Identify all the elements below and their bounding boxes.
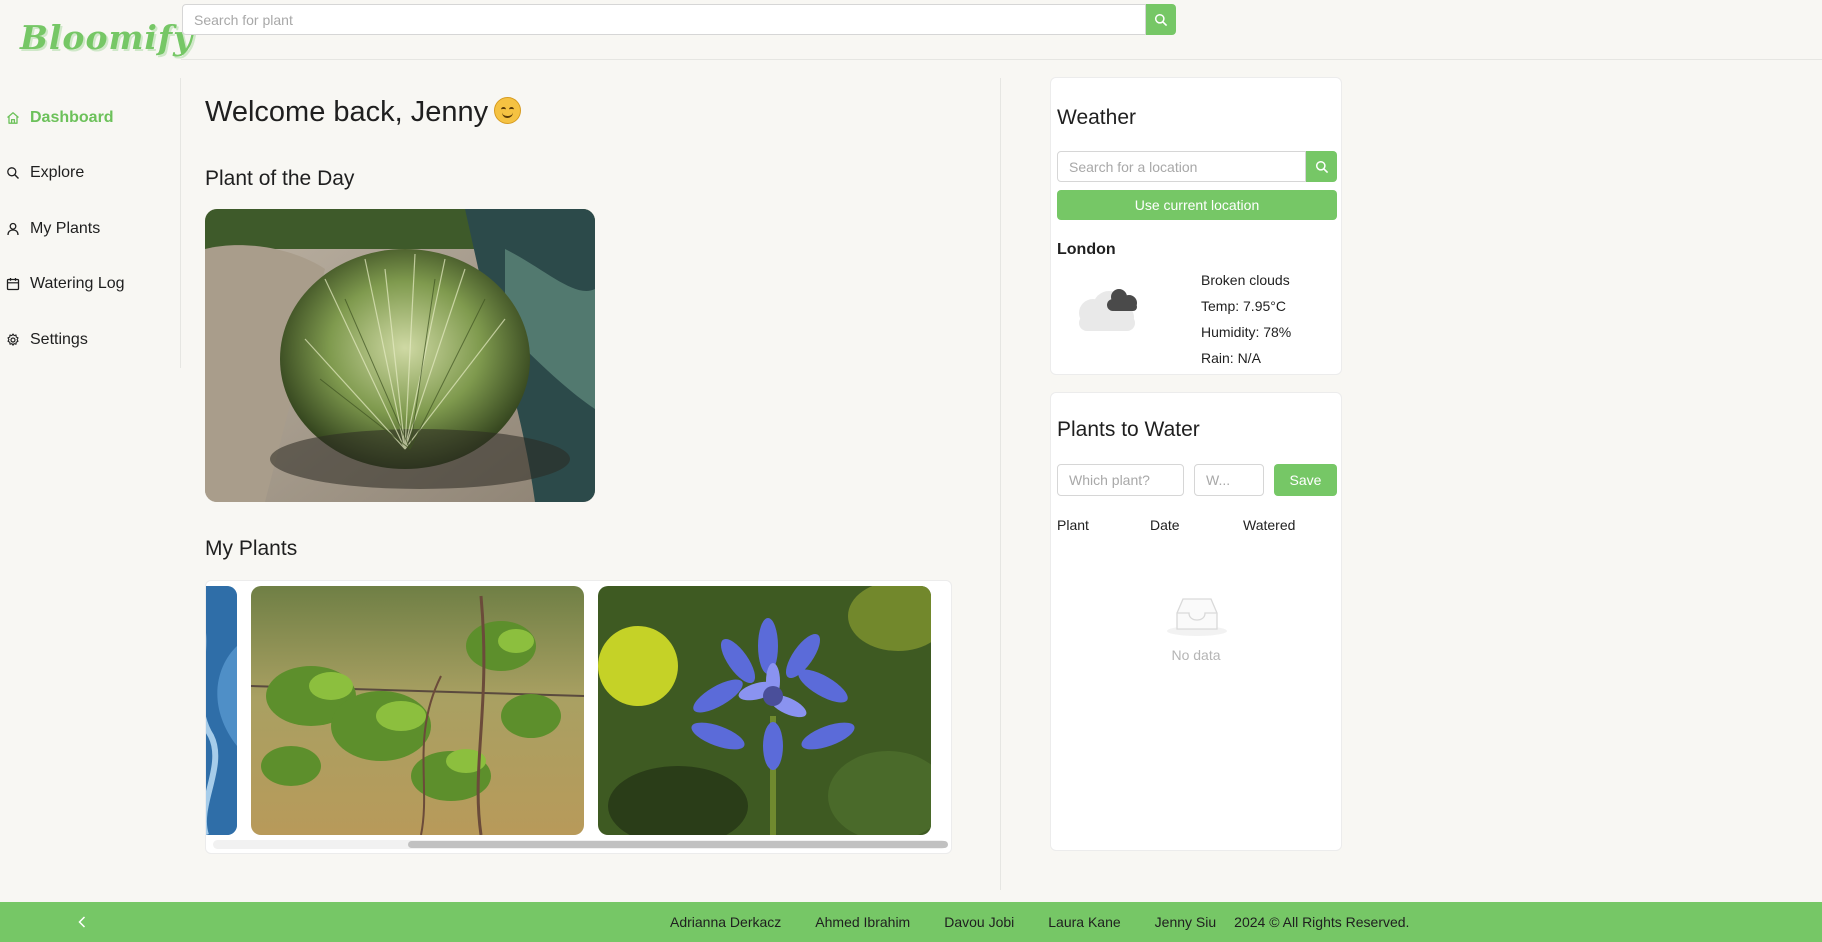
search-icon xyxy=(1154,13,1168,26)
plant-search-input[interactable] xyxy=(182,4,1146,35)
when-input[interactable] xyxy=(1194,464,1264,496)
sidebar-divider xyxy=(180,78,181,368)
footer-author[interactable]: Jenny Siu xyxy=(1155,914,1216,930)
content-divider xyxy=(1000,78,1001,890)
weather-city: London xyxy=(1057,241,1116,258)
weather-title: Weather xyxy=(1057,106,1136,129)
broken-clouds-icon xyxy=(1071,283,1143,333)
sidebar: Bloomify Dashboard Explore My Plants Wat… xyxy=(0,0,192,902)
weather-humidity: Humidity: 78% xyxy=(1201,324,1292,340)
empty-inbox-icon xyxy=(1165,593,1229,637)
my-plants-carousel[interactable] xyxy=(205,580,952,854)
sidebar-item-dashboard[interactable]: Dashboard xyxy=(0,90,180,146)
column-header-date[interactable]: Date xyxy=(1150,517,1180,533)
weather-details: Broken clouds Temp: 7.95°C Humidity: 78%… xyxy=(1201,267,1291,371)
sidebar-item-label: Watering Log xyxy=(30,275,125,293)
plants-to-water-panel: Plants to Water Save Plant Date Watered … xyxy=(1050,392,1342,851)
footer-author[interactable]: Ahmed Ibrahim xyxy=(815,914,910,930)
sidebar-item-label: Settings xyxy=(30,330,88,348)
sidebar-item-explore[interactable]: Explore xyxy=(0,146,180,202)
weather-temp: Temp: 7.95°C xyxy=(1201,298,1286,314)
search-icon xyxy=(1315,160,1328,173)
welcome-text: Welcome back, Jenny xyxy=(205,96,489,128)
location-search-button[interactable] xyxy=(1306,151,1337,182)
save-button[interactable]: Save xyxy=(1274,464,1337,496)
carousel-scrollbar-thumb[interactable] xyxy=(408,841,948,848)
plant-card[interactable] xyxy=(206,586,237,835)
footer-author[interactable]: Davou Jobi xyxy=(944,914,1014,930)
footer-author[interactable]: Laura Kane xyxy=(1048,914,1120,930)
sidebar-nav: Dashboard Explore My Plants Watering Log… xyxy=(0,90,180,368)
chevron-left-icon xyxy=(78,916,86,928)
weather-condition: Broken clouds xyxy=(1201,272,1290,288)
my-plants-title: My Plants xyxy=(205,537,298,560)
plant-of-the-day-title: Plant of the Day xyxy=(205,167,355,190)
gear-icon xyxy=(6,333,20,347)
collapse-sidebar-button[interactable] xyxy=(74,914,90,930)
column-header-plant[interactable]: Plant xyxy=(1057,517,1089,533)
search-icon xyxy=(6,166,20,180)
plant-of-the-day-image[interactable] xyxy=(205,209,595,502)
calendar-icon xyxy=(6,277,20,291)
welcome-heading: Welcome back, Jenny xyxy=(205,96,522,129)
plant-card[interactable] xyxy=(598,586,931,835)
column-header-watered[interactable]: Watered xyxy=(1243,517,1295,533)
sidebar-item-my-plants[interactable]: My Plants xyxy=(0,201,180,257)
footer-credits: Adrianna Derkacz Ahmed Ibrahim Davou Job… xyxy=(670,902,1409,942)
header-divider xyxy=(181,59,1822,60)
footer-copyright: 2024 © All Rights Reserved. xyxy=(1234,914,1410,930)
carousel-scrollbar[interactable] xyxy=(213,840,948,849)
sidebar-item-label: My Plants xyxy=(30,219,101,237)
sidebar-item-settings[interactable]: Settings xyxy=(0,312,180,368)
sidebar-item-label: Dashboard xyxy=(30,108,114,126)
weather-panel: Weather Use current location London Brok… xyxy=(1050,77,1342,375)
user-icon xyxy=(6,222,20,236)
smile-emoji-icon xyxy=(494,97,522,124)
use-current-location-button[interactable]: Use current location xyxy=(1057,190,1337,220)
home-icon xyxy=(6,111,20,125)
which-plant-input[interactable] xyxy=(1057,464,1184,496)
sidebar-item-watering-log[interactable]: Watering Log xyxy=(0,257,180,313)
sidebar-item-label: Explore xyxy=(30,164,85,182)
footer: Adrianna Derkacz Ahmed Ibrahim Davou Job… xyxy=(0,902,1822,942)
weather-rain: Rain: N/A xyxy=(1201,350,1261,366)
brand-logo[interactable]: Bloomify xyxy=(20,18,193,57)
plant-search-button[interactable] xyxy=(1146,4,1176,35)
plant-card[interactable] xyxy=(251,586,584,835)
footer-author[interactable]: Adrianna Derkacz xyxy=(670,914,781,930)
plants-to-water-title: Plants to Water xyxy=(1057,418,1200,441)
location-search-input[interactable] xyxy=(1057,151,1306,182)
empty-state-text: No data xyxy=(1171,647,1221,663)
